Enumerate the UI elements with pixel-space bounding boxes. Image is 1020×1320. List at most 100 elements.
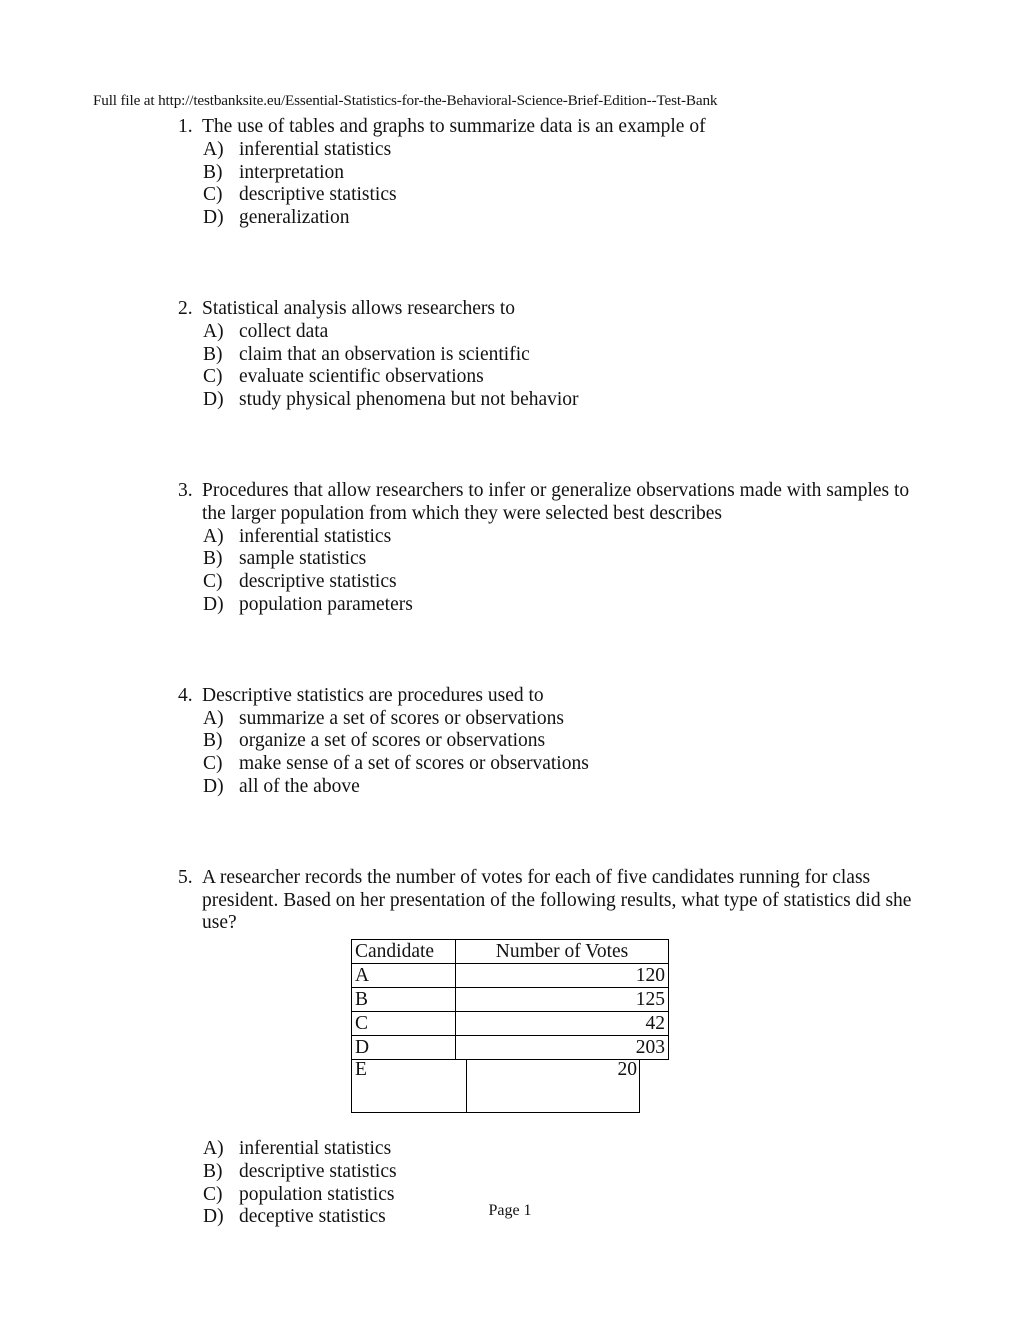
question-1-option-b[interactable]: B) interpretation: [0, 162, 1020, 185]
option-text: organize a set of scores or observations: [239, 730, 546, 752]
question-2-option-d[interactable]: D) study physical phenomena but not beha…: [0, 389, 1020, 412]
table-spacer: [0, 1115, 1020, 1138]
question-4-option-c[interactable]: C) make sense of a set of scores or obse…: [0, 753, 1020, 776]
cell-candidate: D: [351, 1035, 456, 1061]
option-letter: D): [203, 775, 224, 797]
vote-table-container: Candidate Number of Votes A 120 B 125 C …: [0, 939, 1020, 1115]
option-text: collect data: [239, 320, 329, 342]
question-list: 1. The use of tables and graphs to summa…: [0, 116, 1020, 1229]
question-2-option-b[interactable]: B) claim that an observation is scientif…: [0, 344, 1020, 367]
question-2-line: 2. Statistical analysis allows researche…: [0, 298, 1020, 321]
question-item-4: 4. Descriptive statistics are procedures…: [0, 685, 1020, 799]
option-letter: D): [203, 207, 224, 229]
table-row-last: E 20: [351, 1059, 640, 1114]
question-4-line: 4. Descriptive statistics are procedures…: [0, 685, 1020, 708]
option-letter: B): [203, 730, 223, 752]
option-text: make sense of a set of scores or observa…: [239, 753, 589, 775]
cell-votes: 120: [455, 963, 669, 989]
question-item-1: 1. The use of tables and graphs to summa…: [0, 116, 1020, 230]
question-1-number: 1.: [178, 116, 193, 137]
question-5-option-b[interactable]: B) descriptive statistics: [0, 1161, 1020, 1184]
question-3-option-a[interactable]: A) inferential statistics: [0, 526, 1020, 549]
cell-candidate: A: [351, 963, 456, 989]
cell-candidate: B: [351, 987, 456, 1013]
option-letter: C): [203, 184, 223, 206]
question-3-option-c[interactable]: C) descriptive statistics: [0, 571, 1020, 594]
table-row: A 120: [351, 963, 669, 989]
table-row: D 203: [351, 1035, 669, 1061]
question-2-text: Statistical analysis allows researchers …: [202, 297, 515, 319]
option-text: evaluate scientific observations: [239, 366, 484, 388]
option-text: claim that an observation is scientific: [239, 343, 530, 365]
question-1-text: The use of tables and graphs to summariz…: [202, 116, 706, 137]
question-3-number: 3.: [178, 479, 193, 501]
question-1-option-c[interactable]: C) descriptive statistics: [0, 184, 1020, 207]
document-page: Full file at http://testbanksite.eu/Esse…: [0, 0, 1020, 1320]
question-1-option-d[interactable]: D) generalization: [0, 207, 1020, 230]
option-letter: B): [203, 343, 223, 365]
question-4-option-b[interactable]: B) organize a set of scores or observati…: [0, 730, 1020, 753]
vote-table: Candidate Number of Votes A 120 B 125 C …: [351, 939, 669, 1061]
question-2-option-c[interactable]: C) evaluate scientific observations: [0, 366, 1020, 389]
question-5-line: 5. A researcher records the number of vo…: [0, 867, 1020, 935]
page-footer: Page 1: [488, 1202, 532, 1219]
option-letter: C): [203, 366, 223, 388]
question-4-text: Descriptive statistics are procedures us…: [202, 684, 544, 706]
question-2-number: 2.: [178, 297, 193, 319]
option-text: generalization: [239, 207, 350, 229]
question-3-line: 3. Procedures that allow researchers to …: [0, 480, 1020, 526]
option-letter: D): [203, 593, 224, 615]
option-text: inferential statistics: [239, 138, 392, 160]
cell-votes: 203: [455, 1035, 669, 1061]
question-4-number: 4.: [178, 684, 193, 706]
option-letter: B): [203, 1160, 223, 1182]
question-3-option-b[interactable]: B) sample statistics: [0, 548, 1020, 571]
option-text: inferential statistics: [239, 1137, 392, 1159]
option-letter: D): [203, 389, 224, 411]
option-letter: A): [203, 525, 224, 547]
column-header-votes: Number of Votes: [455, 939, 669, 965]
question-4-option-d[interactable]: D) all of the above: [0, 776, 1020, 799]
question-3-option-d[interactable]: D) population parameters: [0, 594, 1020, 617]
option-text: interpretation: [239, 161, 345, 183]
question-spacer: [0, 412, 1020, 480]
question-spacer: [0, 799, 1020, 867]
option-text: descriptive statistics: [239, 571, 397, 593]
option-letter: A): [203, 1137, 224, 1159]
question-5-number: 5.: [178, 866, 193, 888]
cell-candidate: C: [351, 1011, 456, 1037]
question-5-text: A researcher records the number of votes…: [202, 866, 912, 934]
option-letter: B): [203, 161, 223, 183]
option-text: population parameters: [239, 593, 413, 615]
table-row: B 125: [351, 987, 669, 1013]
option-letter: A): [203, 320, 224, 342]
option-letter: C): [203, 753, 223, 775]
table-row: C 42: [351, 1011, 669, 1037]
option-text: inferential statistics: [239, 525, 392, 547]
question-spacer: [0, 617, 1020, 685]
question-item-5: 5. A researcher records the number of vo…: [0, 867, 1020, 1229]
option-text: sample statistics: [239, 548, 367, 570]
option-letter: B): [203, 548, 223, 570]
cell-votes: 42: [455, 1011, 669, 1037]
option-text: descriptive statistics: [239, 184, 397, 206]
question-1-option-a[interactable]: A) inferential statistics: [0, 139, 1020, 162]
question-1-line: 1. The use of tables and graphs to summa…: [0, 116, 1020, 139]
option-text: summarize a set of scores or observation…: [239, 707, 564, 729]
option-letter: A): [203, 138, 224, 160]
cell-candidate: E: [352, 1059, 467, 1113]
option-letter: A): [203, 707, 224, 729]
option-letter: C): [203, 571, 223, 593]
table-header-row: Candidate Number of Votes: [351, 939, 669, 965]
cell-votes: 125: [455, 987, 669, 1013]
question-5-option-a[interactable]: A) inferential statistics: [0, 1138, 1020, 1161]
question-4-option-a[interactable]: A) summarize a set of scores or observat…: [0, 708, 1020, 731]
source-url-header: Full file at http://testbanksite.eu/Esse…: [93, 92, 718, 109]
question-item-2: 2. Statistical analysis allows researche…: [0, 298, 1020, 412]
option-text: all of the above: [239, 775, 360, 797]
cell-votes: 20: [617, 1059, 638, 1081]
question-item-3: 3. Procedures that allow researchers to …: [0, 480, 1020, 617]
question-2-option-a[interactable]: A) collect data: [0, 321, 1020, 344]
option-text: study physical phenomena but not behavio…: [239, 389, 579, 411]
question-3-text: Procedures that allow researchers to inf…: [202, 479, 910, 524]
